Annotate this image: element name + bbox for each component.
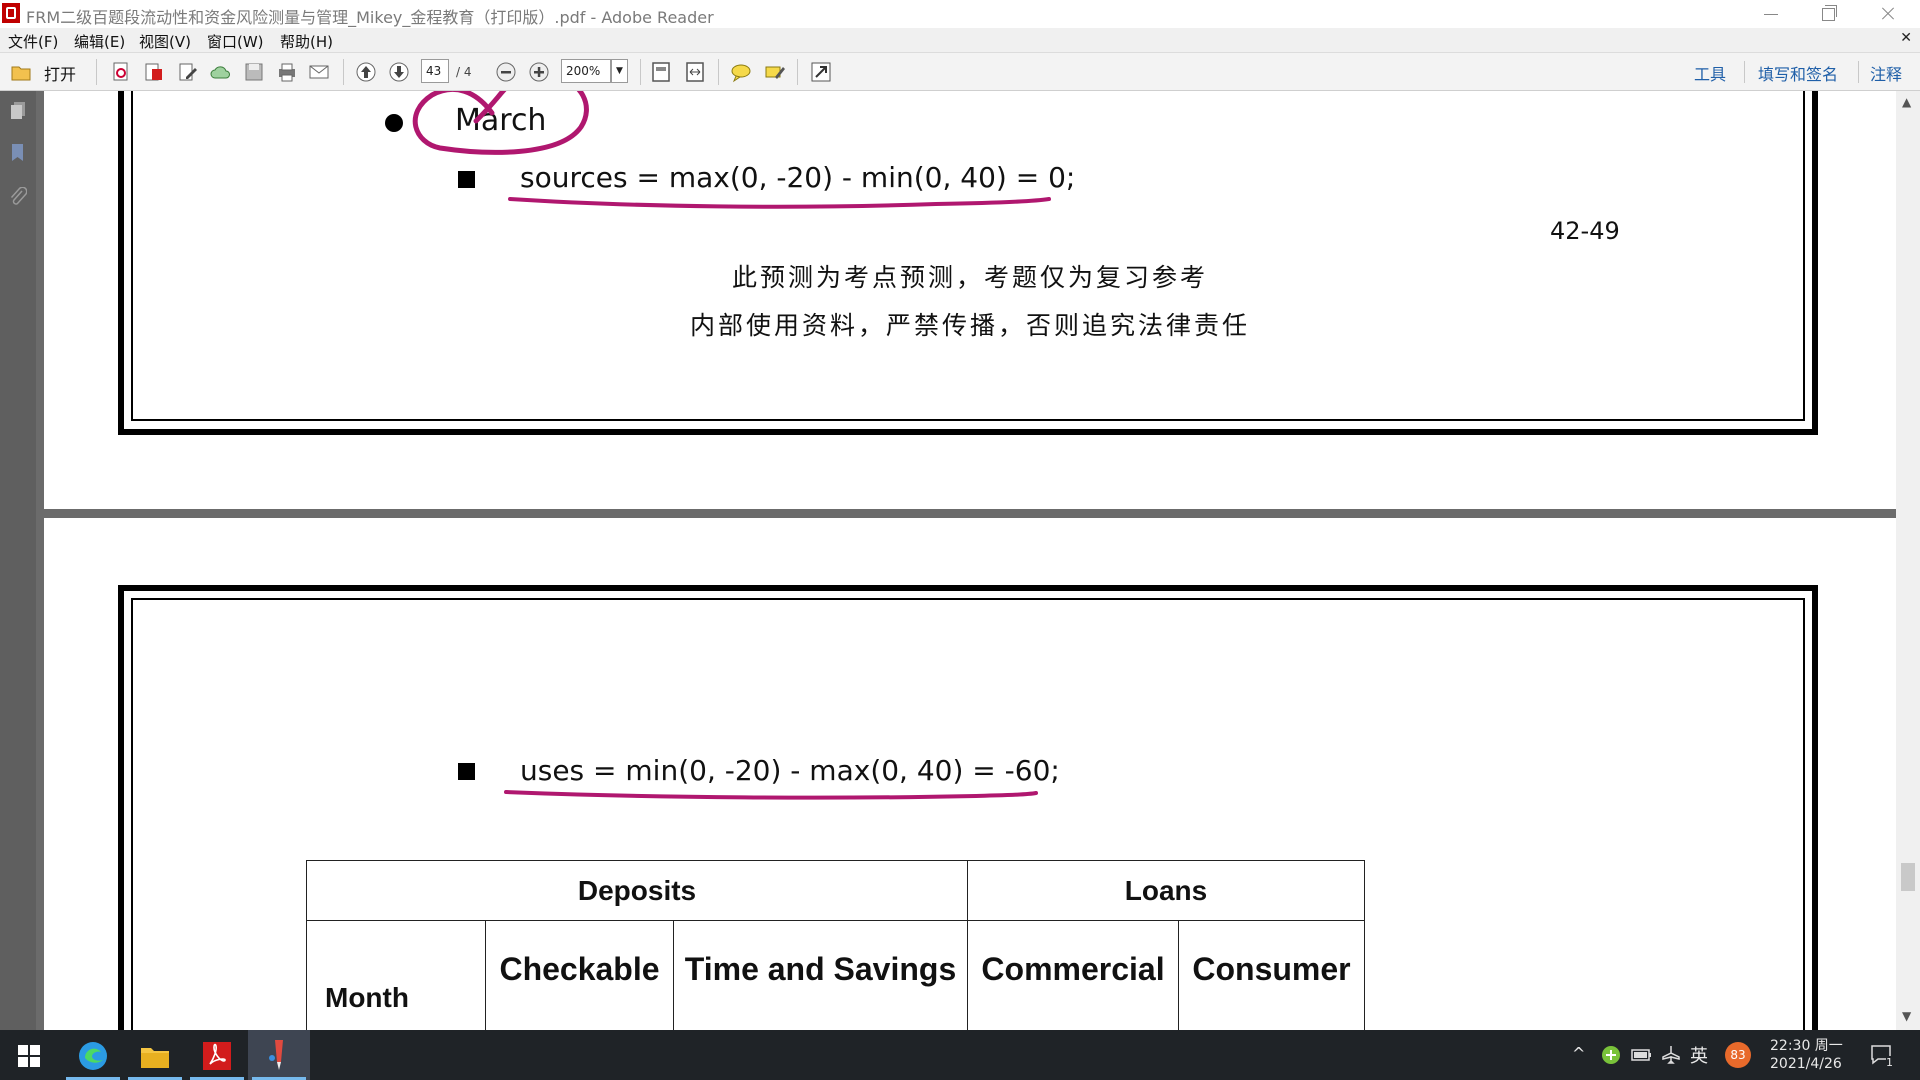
page-total-label: / 4 — [456, 65, 472, 79]
window-title: FRM二级百题段流动性和资金风险测量与管理_Mikey_金程教育（打印版）.pd… — [26, 8, 714, 27]
taskbar-edge[interactable] — [62, 1030, 124, 1080]
document-view[interactable]: March sources = max(0, -20) - min(0, 40)… — [36, 91, 1896, 1030]
document-close-icon[interactable]: ✕ — [1900, 30, 1912, 46]
menu-help[interactable]: 帮助(H) — [280, 31, 333, 52]
cloud-upload-icon[interactable] — [210, 61, 232, 83]
battery-icon[interactable] — [1631, 1047, 1653, 1063]
scroll-down-icon[interactable]: ▼ — [1902, 1009, 1911, 1023]
toolbar-separator — [1858, 61, 1859, 83]
save-icon[interactable] — [243, 61, 265, 83]
page-thumbnails-icon[interactable] — [9, 101, 27, 121]
edge-browser-icon — [79, 1042, 107, 1070]
toolbar-separator — [718, 59, 719, 85]
windows-start-icon[interactable] — [18, 1045, 40, 1067]
taskbar-pen-tool[interactable] — [248, 1030, 310, 1080]
zoom-out-icon[interactable] — [495, 61, 517, 83]
navigation-pane — [0, 91, 36, 1030]
sticky-note-icon[interactable] — [730, 61, 752, 83]
restore-button[interactable] — [1800, 0, 1858, 28]
windows-taskbar: ^ 英 83 22:30 周一 2021/4/26 1 — [0, 1030, 1920, 1080]
bookmarks-icon[interactable] — [9, 143, 27, 163]
minimize-button[interactable] — [1742, 0, 1800, 28]
minimize-icon — [1764, 14, 1778, 15]
tray-badge[interactable]: 83 — [1725, 1042, 1751, 1068]
ink-circle-march[interactable] — [412, 91, 589, 155]
toolbar-separator — [343, 59, 344, 85]
page-number-input[interactable]: 43 — [421, 59, 449, 83]
toolbar-separator — [96, 59, 97, 85]
menu-edit[interactable]: 编辑(E) — [74, 31, 125, 52]
adobe-reader-icon — [203, 1042, 231, 1070]
tray-expand-icon[interactable]: ^ — [1572, 1044, 1585, 1063]
ime-indicator[interactable]: 英 — [1690, 1042, 1708, 1068]
fit-width-icon[interactable] — [684, 61, 706, 83]
taskbar-file-explorer[interactable] — [124, 1030, 186, 1080]
full-screen-icon[interactable] — [810, 61, 832, 83]
menu-file[interactable]: 文件(F) — [8, 31, 58, 52]
taskbar-adobe-reader[interactable] — [186, 1030, 248, 1080]
fit-page-icon[interactable] — [650, 61, 672, 83]
clock-time[interactable]: 22:30 周一 — [1770, 1035, 1843, 1055]
ink-underline-sources[interactable] — [508, 197, 1051, 209]
zoom-in-icon[interactable] — [528, 61, 550, 83]
close-button[interactable] — [1858, 0, 1916, 28]
scroll-thumb[interactable] — [1901, 863, 1915, 891]
print-icon[interactable] — [276, 61, 298, 83]
tools-tab[interactable]: 工具 — [1694, 61, 1726, 85]
folder-icon — [141, 1048, 169, 1068]
tray-app-icon[interactable] — [1601, 1045, 1621, 1065]
pen-annotation-icon — [269, 1040, 283, 1070]
restore-icon — [1822, 5, 1837, 21]
comment-tab[interactable]: 注释 — [1870, 61, 1902, 85]
toolbar-separator — [1744, 61, 1745, 83]
open-folder-icon[interactable] — [10, 61, 32, 83]
clock-date[interactable]: 2021/4/26 — [1770, 1056, 1842, 1072]
menu-view[interactable]: 视图(V) — [139, 31, 191, 52]
toolbar-separator — [797, 59, 798, 85]
scroll-up-icon[interactable]: ▲ — [1902, 95, 1911, 109]
vertical-scrollbar[interactable]: ▲ ▼ — [1896, 91, 1920, 1030]
fill-sign-tab[interactable]: 填写和签名 — [1758, 61, 1838, 85]
edit-pdf-icon[interactable] — [177, 61, 199, 83]
attachments-icon[interactable] — [9, 187, 27, 207]
notification-count: 1 — [1886, 1056, 1893, 1069]
email-icon[interactable] — [308, 61, 330, 83]
menu-bar: 文件(F) 编辑(E) 视图(V) 窗口(W) 帮助(H) ✕ — [0, 28, 1920, 53]
create-pdf-icon[interactable] — [110, 61, 132, 83]
highlight-text-icon[interactable] — [763, 61, 785, 83]
ink-underline-uses[interactable] — [504, 790, 1038, 800]
airplane-mode-icon[interactable] — [1661, 1045, 1681, 1065]
zoom-level-input[interactable]: 200% — [561, 59, 611, 83]
next-page-icon[interactable] — [388, 61, 410, 83]
zoom-dropdown-icon[interactable]: ▼ — [611, 59, 628, 83]
title-bar: FRM二级百题段流动性和资金风险测量与管理_Mikey_金程教育（打印版）.pd… — [0, 0, 1920, 28]
export-pdf-icon[interactable] — [143, 61, 165, 83]
toolbar-separator — [640, 59, 641, 85]
ink-annotation-layer — [412, 91, 1051, 800]
adobe-reader-icon — [2, 3, 20, 23]
toolbar: 打开 43 / 4 200% ▼ 工具 填写和签名 注释 — [0, 53, 1920, 91]
previous-page-icon[interactable] — [355, 61, 377, 83]
open-button-label[interactable]: 打开 — [44, 61, 76, 85]
menu-window[interactable]: 窗口(W) — [207, 31, 264, 52]
